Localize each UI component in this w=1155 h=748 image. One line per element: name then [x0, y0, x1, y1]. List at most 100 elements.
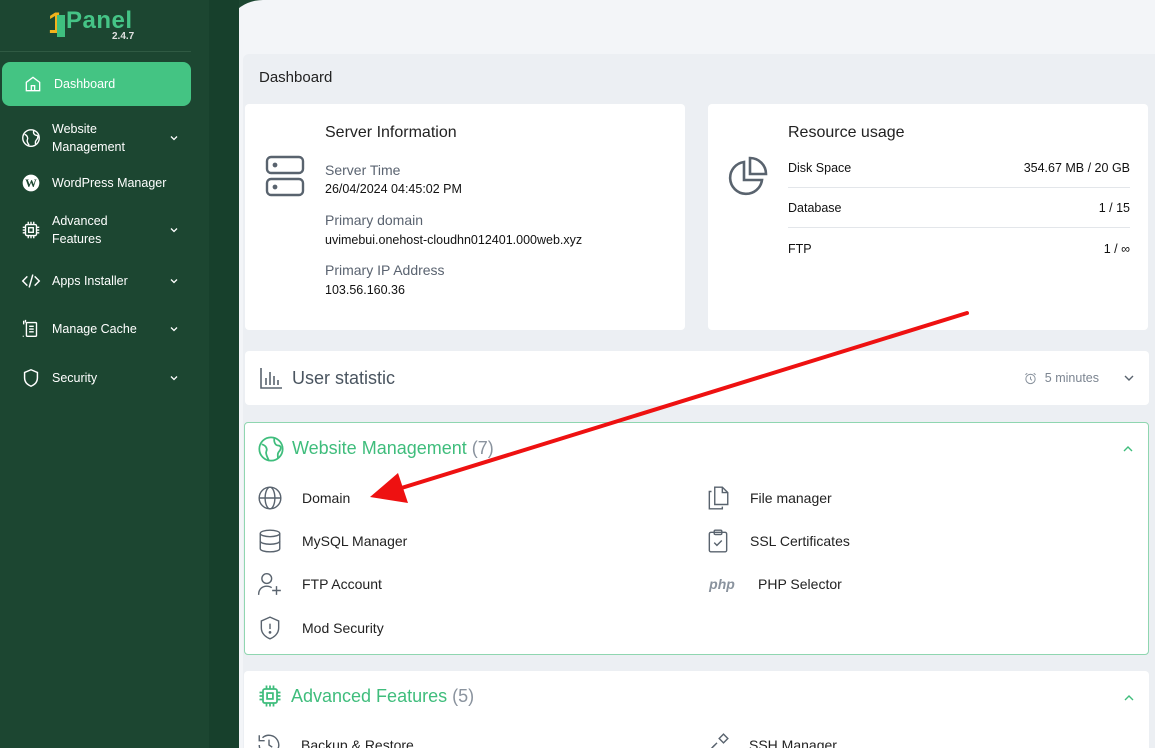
menu-item-mod-security[interactable]: Mod Security: [256, 614, 384, 642]
sidebar-item-label: Dashboard: [54, 77, 116, 91]
shield-icon: [20, 367, 42, 389]
menu-item-label: Domain: [302, 490, 351, 506]
advanced-features-section: Advanced Features (5) Backup & Restore S…: [244, 671, 1149, 748]
sidebar-item-label: Apps Installer: [52, 274, 128, 288]
sidebar-item-advanced-features[interactable]: Advanced Features: [0, 208, 191, 252]
menu-item-backup-restore[interactable]: Backup & Restore: [255, 731, 414, 748]
chevron-up-icon[interactable]: [1123, 692, 1135, 704]
card-title: Resource usage: [788, 124, 905, 141]
menu-item-ssl-certificates[interactable]: SSL Certificates: [704, 527, 850, 555]
files-icon: [704, 484, 732, 512]
resource-value: 1 / 15: [1098, 200, 1130, 215]
chevron-down-icon: [170, 136, 178, 141]
alarm-clock-icon: [1024, 372, 1036, 384]
sidebar-item-website-management[interactable]: Website Management: [0, 112, 191, 164]
chevron-down-icon: [170, 228, 178, 233]
section-title-text: Advanced Features: [291, 686, 448, 706]
resource-row-disk: Disk Space 354.67 MB / 20 GB: [788, 148, 1130, 188]
database-icon: [256, 527, 284, 555]
code-icon: [20, 270, 42, 292]
cpu-chip-icon: [20, 219, 42, 241]
user-add-icon: [256, 570, 284, 598]
sidebar-item-dashboard[interactable]: Dashboard: [2, 62, 191, 106]
refresh-interval-label: 5 minutes: [1044, 371, 1099, 385]
user-statistic-panel[interactable]: User statistic 5 minutes: [245, 351, 1149, 405]
sidebar-item-wordpress-manager[interactable]: W WordPress Manager: [0, 170, 191, 196]
user-statistic-title: User statistic: [292, 368, 396, 388]
primary-domain-label: Primary domain: [325, 212, 424, 228]
chevron-up-icon[interactable]: [1122, 443, 1134, 455]
chevron-down-icon: [170, 376, 178, 381]
primary-ip-label: Primary IP Address: [325, 262, 445, 278]
server-time-value: 26/04/2024 04:45:02 PM: [325, 182, 462, 196]
section-count: (7): [471, 438, 494, 458]
menu-item-label: PHP Selector: [758, 576, 842, 592]
cache-icon: [20, 318, 42, 340]
chevron-down-icon[interactable]: [1123, 372, 1135, 384]
ssh-icon: [703, 731, 731, 748]
app-logo[interactable]: 1 Panel 2.4.7: [48, 5, 148, 43]
wordpress-icon: W: [20, 172, 42, 194]
sidebar-item-label: WordPress Manager: [52, 176, 167, 190]
chevron-down-icon: [170, 327, 178, 332]
menu-item-label: SSL Certificates: [750, 533, 850, 549]
sidebar-item-label: Advanced Features: [52, 214, 108, 246]
server-time-label: Server Time: [325, 162, 401, 178]
sidebar-item-apps-installer[interactable]: Apps Installer: [0, 268, 191, 294]
clipboard-check-icon: [704, 527, 732, 555]
card-title: Server Information: [325, 124, 457, 141]
shield-alert-icon: [256, 614, 284, 642]
resource-usage-card: Resource usage Disk Space 354.67 MB / 20…: [708, 104, 1148, 330]
resource-value: 1 / ∞: [1103, 242, 1130, 256]
cpu-chip-icon: [256, 682, 284, 715]
menu-item-label: SSH Manager: [749, 737, 837, 748]
menu-item-file-manager[interactable]: File manager: [704, 484, 832, 512]
svg-text:W: W: [25, 177, 37, 190]
website-management-section: Website Management (7) Domain MySQL Mana…: [244, 422, 1149, 655]
pie-chart-icon: [726, 156, 768, 203]
server-information-card: Server Information Server Time 26/04/202…: [245, 104, 685, 330]
menu-item-label: File manager: [750, 490, 832, 506]
sidebar-item-label: Security: [52, 371, 98, 385]
globe-network-icon: [257, 435, 285, 468]
history-icon: [255, 731, 283, 748]
resource-value: 354.67 MB / 20 GB: [1023, 160, 1130, 175]
menu-item-ssh-manager[interactable]: SSH Manager: [703, 731, 837, 748]
sidebar-shadow-strip: [209, 0, 239, 748]
resource-label: Disk Space: [788, 160, 852, 175]
sidebar-item-label: Website Management: [52, 122, 125, 154]
logo-mark: 1: [48, 7, 65, 40]
menu-item-label: MySQL Manager: [302, 533, 408, 549]
menu-item-ftp-account[interactable]: FTP Account: [256, 570, 382, 598]
menu-item-php-selector[interactable]: php PHP Selector: [704, 570, 842, 598]
resource-label: Database: [788, 200, 842, 215]
menu-item-label: FTP Account: [302, 576, 382, 592]
refresh-interval[interactable]: 5 minutes: [1024, 371, 1099, 385]
main-content: Dashboard Server Information Server Time…: [223, 0, 1155, 748]
section-title[interactable]: Website Management (7): [292, 438, 494, 459]
server-icon: [265, 154, 305, 203]
primary-domain-value: uvimebui.onehost-cloudhn012401.000web.xy…: [325, 233, 583, 247]
page-title: Dashboard: [259, 69, 333, 86]
sidebar: 1 Panel 2.4.7 Dashboard Website Manageme…: [0, 0, 209, 748]
sidebar-divider: [0, 51, 191, 52]
php-icon: php: [709, 576, 735, 592]
sidebar-nav: Dashboard Website Management W WordPress…: [0, 62, 191, 391]
section-title-text: Website Management: [292, 438, 467, 458]
menu-item-label: Mod Security: [302, 620, 384, 636]
globe-icon: [256, 484, 284, 512]
sidebar-item-security[interactable]: Security: [0, 365, 191, 391]
resource-label: FTP: [788, 242, 812, 256]
menu-item-label: Backup & Restore: [301, 737, 414, 748]
resource-row-database: Database 1 / 15: [788, 188, 1130, 228]
sidebar-item-manage-cache[interactable]: Manage Cache: [0, 316, 191, 342]
section-title[interactable]: Advanced Features (5): [291, 686, 474, 707]
menu-item-mysql-manager[interactable]: MySQL Manager: [256, 527, 407, 555]
home-icon: [22, 73, 44, 95]
section-count: (5): [452, 686, 475, 706]
menu-item-domain[interactable]: Domain: [256, 484, 350, 512]
chevron-down-icon: [170, 279, 178, 284]
bar-chart-icon: [259, 366, 283, 395]
app-version: 2.4.7: [112, 31, 135, 42]
sidebar-item-label: Manage Cache: [52, 322, 137, 336]
